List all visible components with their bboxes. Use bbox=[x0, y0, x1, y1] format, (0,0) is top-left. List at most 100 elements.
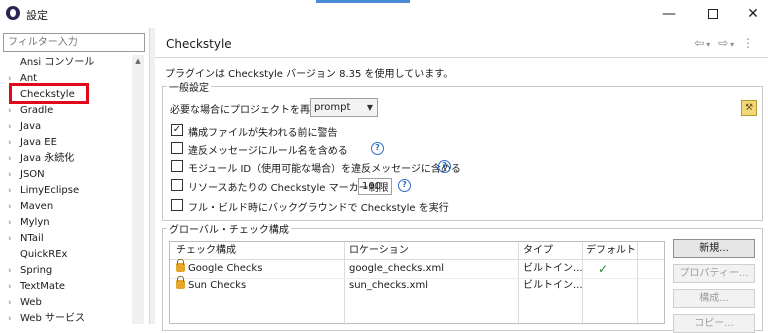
table-row-name[interactable]: Google Checks bbox=[176, 259, 262, 277]
eclipse-app-icon bbox=[6, 6, 20, 20]
page-title: Checkstyle bbox=[166, 37, 232, 51]
sidebar-item-label: Java 永続化 bbox=[20, 153, 75, 164]
sidebar-item-mylyn[interactable]: › Mylyn bbox=[0, 215, 140, 231]
filter-input[interactable] bbox=[3, 33, 145, 52]
expand-arrow-icon[interactable]: › bbox=[8, 295, 16, 311]
sidebar-item-spring[interactable]: › Spring bbox=[0, 263, 140, 279]
expand-arrow-icon[interactable]: › bbox=[8, 167, 16, 183]
warn-missing-config-checkbox[interactable]: ✓ bbox=[171, 124, 183, 136]
marker-limit-input[interactable]: 100 bbox=[358, 178, 392, 195]
table-row-name[interactable]: Sun Checks bbox=[176, 276, 247, 294]
sidebar-item-label: Spring bbox=[20, 265, 53, 276]
close-button[interactable]: ✕ bbox=[738, 4, 768, 24]
help-icon[interactable]: ? bbox=[398, 179, 411, 192]
column-header-config[interactable]: チェック構成 bbox=[176, 243, 236, 259]
expand-arrow-icon[interactable]: › bbox=[8, 279, 16, 295]
sidebar-item-label: Ansi コンソール bbox=[20, 57, 95, 68]
sidebar-scrollbar[interactable]: ▲ bbox=[132, 55, 144, 324]
sidebar-item-ansi-console[interactable]: Ansi コンソール bbox=[0, 55, 140, 71]
preferences-page: Checkstyle ⇦▾ ⇨▾ ⋮ プラグインは Checkstyle バージ… bbox=[155, 28, 768, 333]
view-menu-icon[interactable]: ⋮ bbox=[742, 36, 756, 50]
expand-arrow-icon[interactable]: › bbox=[8, 263, 16, 279]
rebuild-select-value: prompt bbox=[314, 102, 351, 113]
column-header-location[interactable]: ロケーション bbox=[349, 243, 409, 259]
rebuild-select[interactable]: prompt ▼ bbox=[310, 98, 378, 117]
forward-arrow-icon[interactable]: ⇨ bbox=[718, 36, 730, 50]
expand-arrow-icon[interactable]: › bbox=[8, 199, 16, 215]
config-name: Sun Checks bbox=[188, 280, 247, 291]
expand-arrow-icon[interactable]: › bbox=[8, 183, 16, 199]
sidebar-item-web-services[interactable]: › Web サービス bbox=[0, 311, 140, 327]
sidebar-item-label: LimyEclipse bbox=[20, 185, 80, 196]
warn-missing-config-label: 構成ファイルが失われる前に警告 bbox=[188, 128, 338, 139]
properties-button[interactable]: プロパティー... bbox=[673, 264, 755, 283]
check-config-table[interactable]: チェック構成 ロケーション タイプ デフォルト Google Checks go… bbox=[169, 241, 665, 325]
maximize-button[interactable] bbox=[698, 4, 728, 24]
help-icon[interactable]: ? bbox=[438, 160, 451, 173]
table-row-type[interactable]: ビルトイン... bbox=[523, 261, 583, 277]
include-module-id-checkbox[interactable] bbox=[171, 160, 183, 172]
configure-plugin-icon[interactable]: ⚒ bbox=[741, 100, 757, 116]
expand-arrow-icon[interactable]: › bbox=[8, 151, 16, 167]
sidebar-item-json[interactable]: › JSON bbox=[0, 167, 140, 183]
sidebar-item-ntail[interactable]: › NTail bbox=[0, 231, 140, 247]
scroll-up-icon[interactable]: ▲ bbox=[132, 57, 144, 65]
focus-accent-line bbox=[316, 0, 410, 3]
sidebar-item-textmate[interactable]: › TextMate bbox=[0, 279, 140, 295]
sidebar-item-label: Java bbox=[20, 121, 42, 132]
sidebar-item-java[interactable]: › Java bbox=[0, 119, 140, 135]
sidebar-item-quickrex[interactable]: QuickREx bbox=[0, 247, 140, 263]
expand-arrow-icon[interactable]: › bbox=[8, 231, 16, 247]
background-run-checkbox[interactable] bbox=[171, 199, 183, 211]
global-check-config-legend: グローバル・チェック構成 bbox=[169, 225, 289, 236]
back-arrow-icon[interactable]: ⇦ bbox=[694, 36, 706, 50]
column-separator[interactable] bbox=[637, 242, 638, 325]
sidebar-item-label: Java EE bbox=[20, 137, 57, 148]
general-settings-legend: 一般設定 bbox=[169, 83, 209, 94]
sidebar-item-web[interactable]: › Web bbox=[0, 295, 140, 311]
sidebar-item-label: TextMate bbox=[20, 281, 66, 292]
preferences-sidebar: Ansi コンソール ›Ant Checkstyle ›Gradle ›Java… bbox=[0, 28, 149, 324]
column-separator[interactable] bbox=[344, 242, 345, 325]
background-run-label: フル・ビルド時にバックグラウンドで Checkstyle を実行 bbox=[188, 203, 449, 214]
sidebar-item-label: QuickREx bbox=[20, 249, 68, 260]
column-header-default[interactable]: デフォルト bbox=[586, 243, 636, 259]
column-separator[interactable] bbox=[518, 242, 519, 325]
sidebar-item-label: Web サービス bbox=[20, 313, 85, 324]
title-bar: 設定 — ✕ bbox=[0, 0, 768, 28]
help-icon[interactable]: ? bbox=[371, 142, 384, 155]
include-rule-name-checkbox[interactable] bbox=[171, 142, 183, 154]
sidebar-item-label: NTail bbox=[20, 233, 44, 244]
include-rule-name-label: 違反メッセージにルール名を含める bbox=[188, 146, 348, 157]
column-header-type[interactable]: タイプ bbox=[523, 243, 553, 259]
sidebar-item-maven[interactable]: › Maven bbox=[0, 199, 140, 215]
expand-arrow-icon[interactable]: › bbox=[8, 215, 16, 231]
maximize-icon bbox=[708, 9, 718, 19]
expand-arrow-icon[interactable]: › bbox=[8, 135, 16, 151]
forward-dropdown-icon[interactable]: ▾ bbox=[730, 40, 736, 49]
table-row-type[interactable]: ビルトイン... bbox=[523, 278, 583, 294]
expand-arrow-icon[interactable]: › bbox=[8, 103, 16, 119]
sidebar-item-limyeclipse[interactable]: › LimyEclipse bbox=[0, 183, 140, 199]
configure-button[interactable]: 構成... bbox=[673, 289, 755, 308]
history-nav: ⇦▾ ⇨▾ ⋮ bbox=[694, 36, 756, 50]
version-text: プラグインは Checkstyle バージョン 8.35 を使用しています。 bbox=[165, 69, 454, 80]
chevron-down-icon: ▼ bbox=[366, 103, 373, 112]
table-row-location[interactable]: google_checks.xml bbox=[349, 261, 444, 277]
minimize-button[interactable]: — bbox=[654, 4, 684, 24]
sidebar-item-java-persistence[interactable]: › Java 永続化 bbox=[0, 151, 140, 167]
sidebar-item-label: Gradle bbox=[20, 105, 54, 116]
expand-arrow-icon[interactable]: › bbox=[8, 119, 16, 135]
table-row-location[interactable]: sun_checks.xml bbox=[349, 278, 428, 294]
selection-highlight-box bbox=[9, 83, 89, 104]
new-config-button[interactable]: 新規... bbox=[673, 239, 755, 258]
window-title: 設定 bbox=[26, 9, 48, 22]
back-dropdown-icon[interactable]: ▾ bbox=[706, 40, 712, 49]
include-module-id-label: モジュール ID（使用可能な場合）を違反メッセージに含める bbox=[188, 164, 461, 175]
sidebar-item-java-ee[interactable]: › Java EE bbox=[0, 135, 140, 151]
expand-arrow-icon[interactable]: › bbox=[8, 311, 16, 327]
sidebar-item-label: Web bbox=[20, 297, 42, 308]
sidebar-item-gradle[interactable]: › Gradle bbox=[0, 103, 140, 119]
lock-icon bbox=[176, 276, 185, 289]
marker-limit-checkbox[interactable] bbox=[171, 179, 183, 191]
